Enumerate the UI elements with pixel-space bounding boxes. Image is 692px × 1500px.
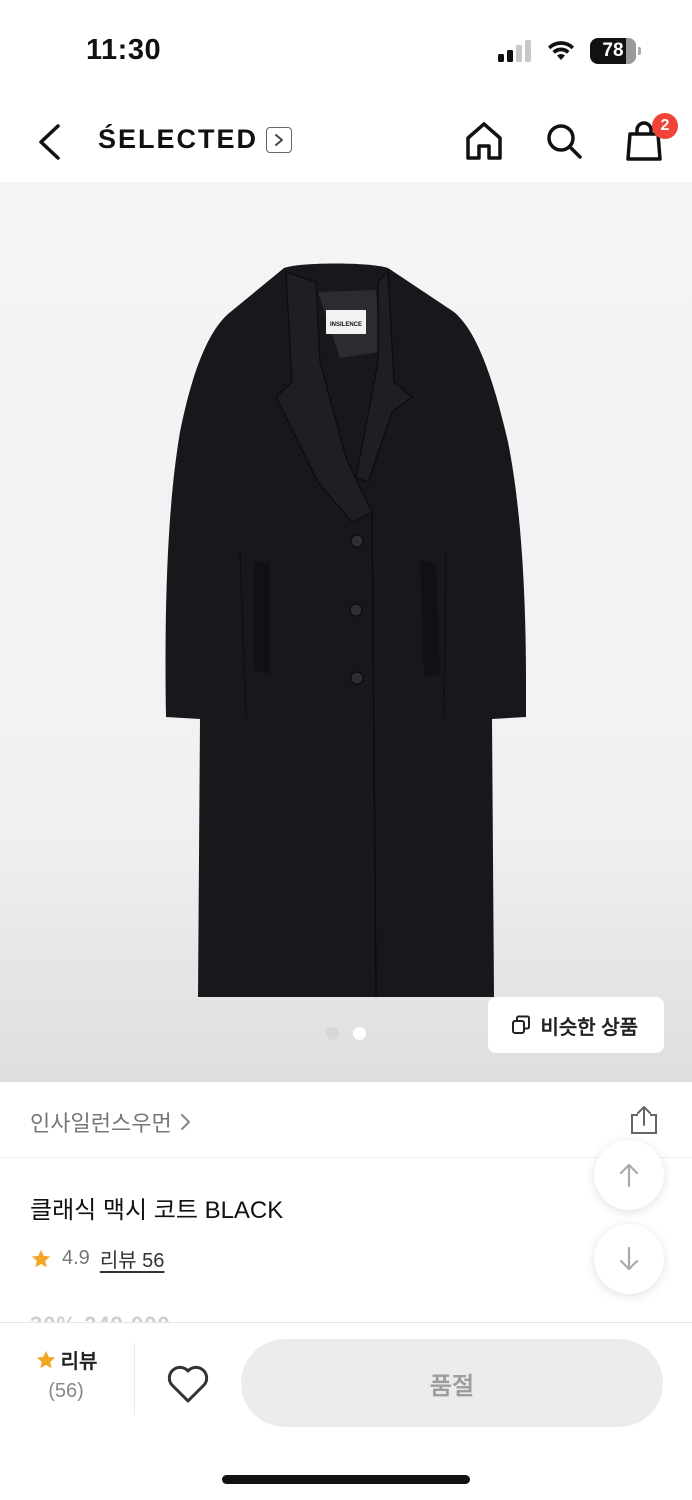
- review-count: (56): [48, 1380, 84, 1402]
- back-icon[interactable]: [30, 120, 70, 164]
- review-summary-button[interactable]: 리뷰 (56): [30, 1345, 102, 1403]
- status-time: 11:30: [86, 34, 162, 66]
- scroll-bottom-button[interactable]: [594, 1224, 664, 1294]
- brand-name: ŚELECTED: [98, 124, 259, 154]
- status-bar: 11:30 78: [0, 0, 692, 100]
- brand-link[interactable]: 인사일런스우먼: [30, 1106, 192, 1138]
- cellular-signal-icon: [498, 40, 531, 62]
- product-title: 클래식 맥시 코트 BLACK: [30, 1197, 284, 1224]
- divider: [134, 1343, 135, 1415]
- battery-level: 78: [602, 40, 624, 61]
- home-indicator: [222, 1475, 470, 1484]
- star-icon: [36, 1350, 55, 1368]
- wifi-icon: [548, 41, 574, 60]
- scroll-top-button[interactable]: [594, 1140, 664, 1210]
- brand-header[interactable]: ŚELECTED: [98, 124, 293, 155]
- heart-icon[interactable]: [164, 1361, 212, 1405]
- nav-actions: 2: [464, 113, 678, 162]
- home-icon[interactable]: [464, 120, 504, 162]
- image-pager: [326, 1027, 366, 1040]
- pager-dot[interactable]: [326, 1027, 339, 1040]
- chevron-right-icon: [266, 126, 293, 153]
- brand-row: 인사일런스우먼: [0, 1082, 692, 1158]
- rating-value: 4.9: [62, 1247, 90, 1269]
- search-icon[interactable]: [544, 120, 584, 162]
- cart-count-badge: 2: [652, 113, 678, 139]
- brand-label-text: INSILENCE: [330, 322, 362, 328]
- status-icons: 78: [498, 38, 641, 64]
- copy-icon: [512, 1015, 531, 1034]
- battery-indicator: 78: [590, 38, 641, 64]
- rating-row: 4.9 리뷰 56: [30, 1244, 164, 1273]
- arrow-up-icon: [619, 1163, 639, 1188]
- brand-link-label: 인사일런스우먼: [30, 1111, 172, 1136]
- product-image-gallery[interactable]: INSILENCE 비슷한 상품: [0, 182, 692, 1082]
- nav-bar: ŚELECTED 2: [0, 100, 692, 182]
- review-link[interactable]: 리뷰 56: [100, 1244, 165, 1273]
- chevron-right-icon: [180, 1114, 190, 1130]
- star-icon: [31, 1249, 51, 1267]
- soldout-button[interactable]: 품절: [241, 1339, 663, 1427]
- arrow-down-icon: [619, 1246, 639, 1271]
- review-label: 리뷰: [60, 1351, 98, 1373]
- share-icon[interactable]: [628, 1104, 660, 1136]
- pager-dot-active[interactable]: [353, 1027, 366, 1040]
- coat-image: INSILENCE: [165, 263, 526, 998]
- similar-products-button[interactable]: 비슷한 상품: [488, 997, 664, 1053]
- bottom-action-bar: 리뷰 (56) 품절: [0, 1322, 692, 1432]
- similar-products-label: 비슷한 상품: [540, 1016, 638, 1039]
- cart-button[interactable]: 2: [624, 113, 678, 162]
